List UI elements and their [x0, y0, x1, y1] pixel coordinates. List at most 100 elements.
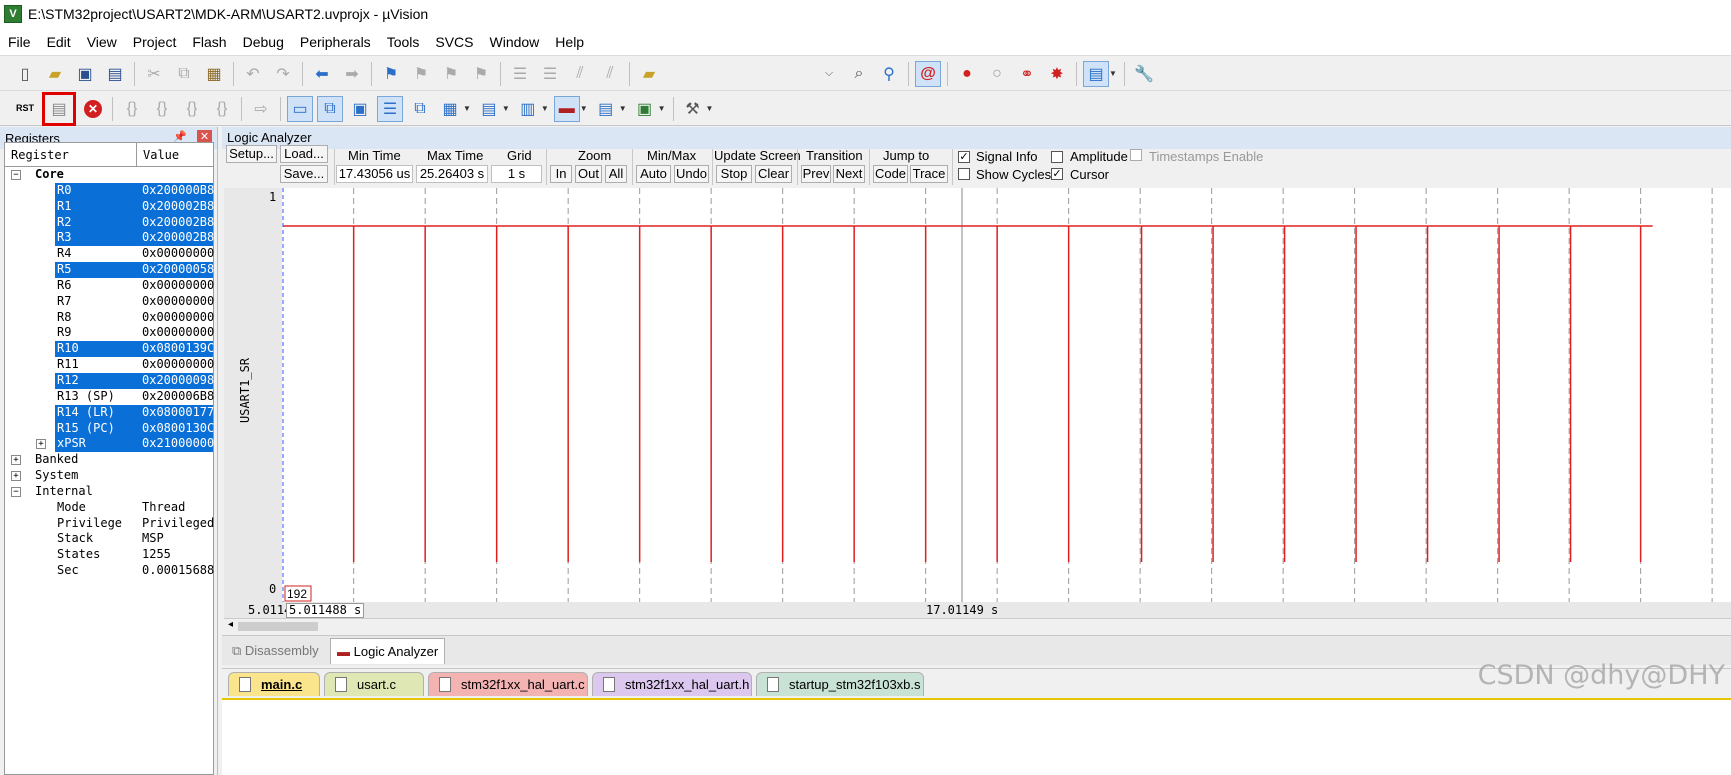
open-file-icon[interactable]: ▰: [42, 61, 68, 87]
auto-button[interactable]: Auto: [636, 165, 671, 183]
register-row-r7[interactable]: R7 0x00000000: [5, 294, 214, 310]
run-icon[interactable]: ▤: [42, 91, 76, 126]
prev-button[interactable]: Prev: [801, 165, 831, 183]
chevron-down-icon[interactable]: ▼: [619, 104, 627, 113]
next-button[interactable]: Next: [833, 165, 865, 183]
kill-breakpoints-icon[interactable]: ✸: [1044, 61, 1070, 87]
stop-button[interactable]: Stop: [716, 165, 752, 183]
column-header-register[interactable]: Register: [5, 143, 137, 166]
timestamps-checkbox[interactable]: [1130, 149, 1142, 161]
save-all-icon[interactable]: ▤: [102, 61, 128, 87]
internal-row-privilege[interactable]: Privilege Privileged: [5, 516, 214, 532]
menu-flash[interactable]: Flash: [184, 28, 234, 56]
file-tab-stm32f1xx-hal-uart-c[interactable]: stm32f1xx_hal_uart.c: [428, 672, 588, 696]
zoom-out-button[interactable]: Out: [575, 165, 602, 183]
internal-row-sec[interactable]: Sec 0.00015688: [5, 563, 214, 579]
undo-icon[interactable]: ↶: [240, 61, 266, 87]
internal-row-mode[interactable]: Mode Thread: [5, 500, 213, 516]
internal-row-states[interactable]: States 1255: [5, 547, 213, 563]
registers-window-icon[interactable]: ☰: [377, 95, 403, 122]
menu-file[interactable]: File: [0, 28, 39, 56]
navigate-forward-icon[interactable]: ➡: [339, 61, 365, 87]
register-value[interactable]: 0x200002B8: [140, 214, 214, 231]
file-tab-stm32f1xx-hal-uart-h[interactable]: stm32f1xx_hal_uart.h: [592, 672, 752, 696]
call-stack-icon[interactable]: ⧉: [407, 96, 433, 122]
indent-icon[interactable]: ☰: [507, 61, 533, 87]
register-row-r11[interactable]: R11 0x00000000: [5, 357, 214, 373]
next-bookmark-icon[interactable]: ⚑: [438, 61, 464, 87]
trace-window-icon[interactable]: ▤: [593, 96, 619, 122]
register-row-r2[interactable]: R2 0x200002B8: [5, 214, 214, 231]
step-over-icon[interactable]: {}: [149, 96, 175, 122]
register-row-r1[interactable]: R1 0x200002B8: [5, 198, 214, 215]
analysis-window-icon[interactable]: ▬: [553, 95, 580, 122]
menu-svcs[interactable]: SVCS: [427, 28, 481, 56]
memory-window-icon[interactable]: ▤: [476, 96, 502, 122]
step-out-icon[interactable]: {}: [179, 96, 205, 122]
code-button[interactable]: Code: [873, 165, 908, 183]
register-row-r14-lr[interactable]: R14 (LR) 0x08000177: [5, 404, 214, 421]
chevron-down-icon[interactable]: ▼: [658, 104, 666, 113]
group-banked[interactable]: + Banked: [5, 452, 213, 468]
chevron-down-icon[interactable]: ▼: [502, 104, 510, 113]
configure-icon[interactable]: 🔧: [1131, 61, 1157, 87]
incremental-find-icon[interactable]: ⚲: [876, 61, 902, 87]
setup-button[interactable]: Setup...: [226, 145, 277, 163]
register-value[interactable]: 0x20000058: [140, 262, 214, 278]
show-cycles-checkbox[interactable]: [958, 168, 970, 180]
bookmark-icon[interactable]: ⚑: [378, 61, 404, 87]
register-row-r10[interactable]: R10 0x0800139C: [5, 341, 214, 358]
register-value[interactable]: 0x200006B8: [142, 389, 214, 405]
navigate-back-icon[interactable]: ⬅: [309, 61, 335, 87]
group-core[interactable]: − Core: [5, 167, 213, 183]
collapse-icon[interactable]: −: [11, 170, 21, 180]
register-value[interactable]: 0x200000B8: [140, 182, 214, 199]
register-value[interactable]: 0x08000177: [140, 404, 214, 421]
new-file-icon[interactable]: ▯: [12, 61, 38, 87]
menu-tools[interactable]: Tools: [379, 28, 428, 56]
register-value[interactable]: 0x200002B8: [140, 198, 214, 215]
register-row-r5[interactable]: R5 0x20000058: [5, 262, 214, 278]
tab-logic-analyzer[interactable]: ▬ Logic Analyzer: [330, 638, 446, 664]
register-value[interactable]: 0x00000000: [142, 278, 214, 294]
zoom-all-button[interactable]: All: [605, 165, 627, 183]
register-row-r9[interactable]: R9 0x00000000: [5, 325, 214, 341]
group-system[interactable]: + System: [5, 468, 213, 484]
expand-icon[interactable]: +: [36, 439, 46, 450]
comment-icon[interactable]: ⫽: [567, 61, 593, 87]
serial-window-icon[interactable]: ▥: [515, 96, 541, 122]
symbols-window-icon[interactable]: ▣: [347, 96, 373, 122]
zoom-in-button[interactable]: In: [550, 165, 572, 183]
save-icon[interactable]: ▣: [72, 61, 98, 87]
tab-disassembly[interactable]: ⧉ Disassembly: [226, 638, 325, 664]
find-in-files-icon[interactable]: ▰: [636, 61, 662, 87]
menu-view[interactable]: View: [79, 28, 125, 56]
find-icon[interactable]: ⌕: [846, 61, 872, 87]
undo-button[interactable]: Undo: [674, 165, 709, 183]
internal-row-stack[interactable]: Stack MSP: [5, 531, 213, 547]
expand-icon[interactable]: +: [11, 455, 21, 466]
prev-bookmark-icon[interactable]: ⚑: [408, 61, 434, 87]
logic-analyzer-plot[interactable]: 192: [224, 188, 1731, 602]
register-row-r3[interactable]: R3 0x200002B8: [5, 230, 214, 247]
group-internal[interactable]: − Internal: [5, 484, 213, 500]
reset-cpu-button[interactable]: RST: [12, 96, 38, 122]
register-value[interactable]: 0x00000000: [142, 246, 214, 262]
show-next-statement-icon[interactable]: ⇨: [248, 96, 274, 122]
signal-info-checkbox[interactable]: ✓: [958, 151, 970, 163]
chevron-down-icon[interactable]: ▼: [706, 104, 714, 113]
unindent-icon[interactable]: ☰: [537, 61, 563, 87]
step-into-icon[interactable]: {}: [119, 96, 145, 122]
register-value[interactable]: 0x21000000: [140, 436, 214, 453]
register-row-r0[interactable]: R0 0x200000B8: [5, 182, 214, 199]
register-row-r13-sp[interactable]: R13 (SP) 0x200006B8: [5, 389, 214, 405]
file-tab-startup-stm32f103xb-s[interactable]: startup_stm32f103xb.s: [756, 672, 924, 696]
menu-window[interactable]: Window: [482, 28, 548, 56]
register-value[interactable]: 0x0800130C: [140, 420, 214, 437]
chevron-down-icon[interactable]: ▼: [463, 104, 471, 113]
disassembly-window-icon[interactable]: ⧉: [317, 95, 343, 122]
register-value[interactable]: 0x00000000: [142, 325, 214, 341]
editor-area[interactable]: [222, 698, 1731, 775]
command-window-icon[interactable]: ▭: [287, 95, 313, 122]
column-header-value[interactable]: Value: [137, 143, 179, 166]
